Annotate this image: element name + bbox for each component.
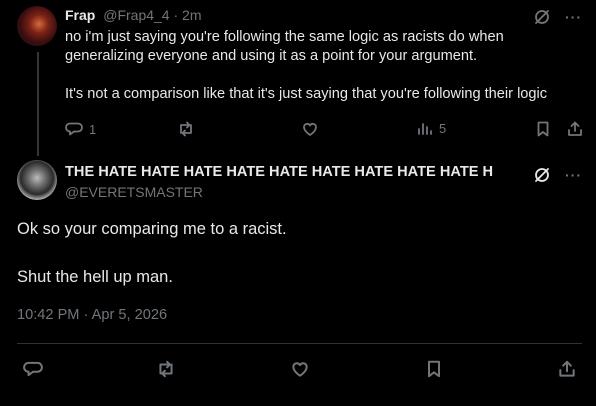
bookmark-button[interactable] xyxy=(534,120,552,138)
heart-icon xyxy=(301,120,319,138)
tweet-top-actions: ··· xyxy=(533,166,582,184)
tweet-action-bar: 1 5 xyxy=(65,120,585,140)
more-options-button[interactable]: ··· xyxy=(565,10,582,24)
tweet-action-bar xyxy=(23,359,583,379)
share-button[interactable] xyxy=(566,120,584,138)
reply-icon xyxy=(65,120,83,138)
grok-icon[interactable] xyxy=(533,166,551,184)
repost-icon xyxy=(156,359,176,379)
thread-line xyxy=(37,52,39,156)
repost-icon xyxy=(177,120,195,138)
tweet-text-line: Ok so your comparing me to a racist. xyxy=(17,220,287,238)
tweet-text-line: no i'm just saying you're following the … xyxy=(65,29,504,64)
reply-count: 1 xyxy=(89,121,97,137)
share-button[interactable] xyxy=(557,359,577,379)
author-name[interactable]: THE HATE HATE HATE HATE HATE HATE HATE H… xyxy=(65,164,493,180)
reply-icon xyxy=(23,359,43,379)
like-button[interactable] xyxy=(290,359,310,379)
separator: · xyxy=(173,7,179,23)
tweet-timestamp[interactable]: 10:42 PM · Apr 5, 2026 xyxy=(17,307,167,323)
more-options-button[interactable]: ··· xyxy=(565,168,582,182)
views-button[interactable]: 5 xyxy=(417,120,446,136)
tweet-text-line: Shut the hell up man. xyxy=(17,268,173,286)
reply-button[interactable] xyxy=(23,359,43,379)
time-ago[interactable]: 2m xyxy=(182,7,201,23)
bookmark-icon xyxy=(424,359,444,379)
share-icon xyxy=(557,359,577,379)
author-handle[interactable]: @Frap4_4 xyxy=(103,7,169,23)
divider xyxy=(17,343,582,344)
repost-button[interactable] xyxy=(177,120,195,138)
tweet-text-line: It's not a comparison like that it's jus… xyxy=(65,86,548,102)
like-button[interactable] xyxy=(301,120,319,138)
tweet-header: Frap @Frap4_4 · 2m xyxy=(65,7,202,23)
avatar[interactable] xyxy=(17,160,57,200)
author-name[interactable]: Frap xyxy=(65,7,95,23)
avatar[interactable] xyxy=(17,6,57,46)
analytics-icon xyxy=(417,120,433,136)
repost-button[interactable] xyxy=(156,359,176,379)
author-handle[interactable]: @EVERETSMASTER xyxy=(65,184,203,200)
share-icon xyxy=(566,120,584,138)
view-count: 5 xyxy=(439,120,447,136)
tweet-text: no i'm just saying you're following the … xyxy=(65,28,585,104)
tweet-text: Ok so your comparing me to a racist. Shu… xyxy=(17,219,287,287)
grok-icon[interactable] xyxy=(533,8,551,26)
reply-button[interactable]: 1 xyxy=(65,120,96,138)
bookmark-icon xyxy=(534,120,552,138)
heart-icon xyxy=(290,359,310,379)
bookmark-button[interactable] xyxy=(424,359,444,379)
tweet-top-actions: ··· xyxy=(533,8,582,26)
